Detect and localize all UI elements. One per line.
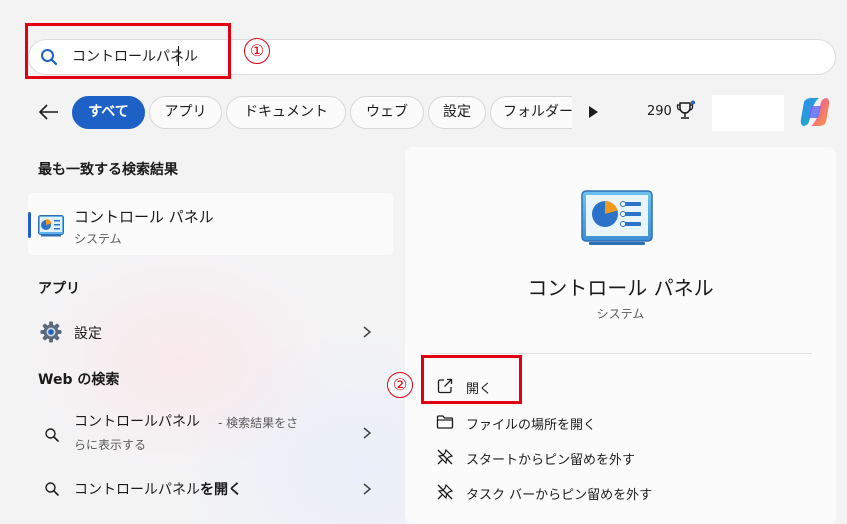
search-icon: [45, 482, 59, 496]
rewards-points: 290: [647, 104, 672, 119]
annotation-highlight-search: [25, 23, 231, 79]
web-result-1-suffix: - 検索結果をさ: [218, 416, 299, 430]
app-result-settings[interactable]: 設定: [74, 323, 102, 343]
filter-chip-apps[interactable]: アプリ: [149, 96, 222, 129]
web-result-2-bold-suffix: を開く: [200, 482, 242, 498]
web-result-2-title: コントロールパネル: [74, 482, 200, 498]
divider: [430, 353, 812, 354]
detail-app-name: コントロール パネル: [527, 276, 714, 300]
web-search-heading: Web の検索: [38, 372, 120, 388]
filter-chip-all[interactable]: すべて: [72, 96, 145, 129]
unpin-icon: [437, 448, 454, 465]
chevron-right-icon[interactable]: [360, 325, 374, 339]
selection-indicator: [28, 212, 31, 238]
best-match-heading: 最も一致する検索結果: [38, 162, 178, 178]
blank-area: [712, 95, 784, 131]
control-panel-icon: [581, 190, 653, 245]
rewards-trophy-icon[interactable]: [676, 100, 696, 122]
annotation-highlight-open: [421, 355, 522, 404]
filter-chip-documents[interactable]: ドキュメント: [226, 96, 346, 129]
chevron-right-icon[interactable]: [360, 426, 374, 440]
detail-app-category: システム: [596, 307, 645, 321]
web-result-1-continuation: らに表示する: [74, 438, 147, 452]
web-result-2[interactable]: コントロールパネルを開く: [74, 479, 242, 499]
annotation-step-2: ②: [387, 372, 413, 398]
web-result-1-title[interactable]: コントロールパネル: [74, 411, 200, 431]
control-panel-icon: [38, 215, 64, 237]
more-filters-arrow-icon[interactable]: [589, 106, 598, 118]
apps-heading: アプリ: [38, 281, 80, 297]
copilot-icon[interactable]: [797, 94, 833, 130]
best-match-subtitle: システム: [74, 232, 122, 246]
back-arrow-icon[interactable]: [36, 100, 62, 124]
filter-chip-folders[interactable]: フォルダー: [490, 96, 572, 129]
filter-chip-settings[interactable]: 設定: [428, 96, 486, 129]
chevron-right-icon[interactable]: [360, 482, 374, 496]
action-unpin-from-start[interactable]: スタートからピン留めを外す: [466, 449, 635, 468]
search-icon: [45, 428, 59, 442]
action-unpin-from-taskbar[interactable]: タスク バーからピン留めを外す: [466, 484, 652, 503]
annotation-step-1: ①: [244, 38, 270, 64]
folder-icon: [436, 415, 454, 429]
gear-icon: [40, 321, 62, 343]
filter-chip-web[interactable]: ウェブ: [350, 96, 424, 129]
best-match-name: コントロール パネル: [74, 208, 214, 226]
action-open-file-location[interactable]: ファイルの場所を開く: [466, 414, 596, 433]
unpin-icon: [437, 483, 454, 500]
